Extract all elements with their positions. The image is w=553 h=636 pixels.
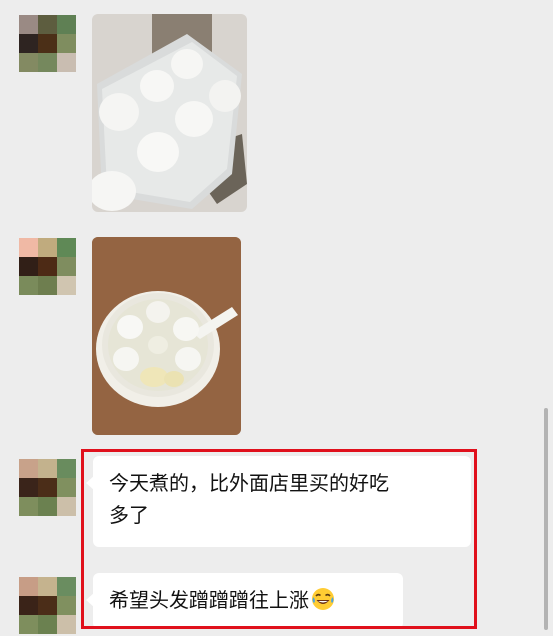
avatar-pixel — [38, 459, 57, 478]
avatar-pixel — [19, 238, 38, 257]
image-message[interactable] — [92, 237, 241, 435]
avatar-pixel — [57, 238, 76, 257]
tangyuan-tray-photo-icon — [92, 14, 247, 212]
avatar-pixel — [38, 276, 57, 295]
avatar-pixel — [19, 478, 38, 497]
avatar-pixel — [38, 497, 57, 516]
avatar-pixel — [38, 15, 57, 34]
avatar-pixel — [38, 53, 57, 72]
message-text: 希望头发蹭蹭蹭往上涨 — [109, 588, 309, 612]
avatar-pixel — [38, 596, 57, 615]
scrollbar[interactable] — [544, 408, 548, 630]
avatar-pixel — [19, 596, 38, 615]
avatar-pixel — [57, 596, 76, 615]
avatar-pixel — [19, 257, 38, 276]
avatar-pixel — [19, 276, 38, 295]
avatar-pixel — [38, 577, 57, 596]
avatar-pixel — [57, 478, 76, 497]
avatar-pixel — [57, 53, 76, 72]
avatar[interactable] — [19, 459, 76, 516]
avatar[interactable] — [19, 15, 76, 72]
text-message-bubble[interactable]: 希望头发蹭蹭蹭往上涨 — [86, 573, 403, 629]
avatar[interactable] — [19, 577, 76, 634]
avatar-pixel — [38, 478, 57, 497]
avatar-pixel — [19, 15, 38, 34]
avatar-pixel — [38, 257, 57, 276]
message-text-line: 多了 — [109, 503, 149, 527]
tangyuan-bowl-photo-icon — [92, 237, 241, 435]
avatar-pixel — [19, 459, 38, 478]
avatar-pixel — [19, 34, 38, 53]
text-message-bubble[interactable]: 今天煮的，比外面店里买的好吃 多了 — [86, 456, 471, 547]
avatar-pixel — [38, 615, 57, 634]
avatar-pixel — [19, 615, 38, 634]
avatar-pixel — [19, 53, 38, 72]
avatar-pixel — [57, 577, 76, 596]
message-text-line: 今天煮的，比外面店里买的好吃 — [109, 471, 389, 495]
avatar-pixel — [19, 497, 38, 516]
avatar-pixel — [57, 15, 76, 34]
avatar-pixel — [57, 257, 76, 276]
avatar-pixel — [57, 497, 76, 516]
avatar-pixel — [57, 276, 76, 295]
avatar-pixel — [38, 34, 57, 53]
avatar-pixel — [19, 577, 38, 596]
avatar-pixel — [38, 238, 57, 257]
image-message[interactable] — [92, 14, 247, 212]
avatar-pixel — [57, 459, 76, 478]
avatar-pixel — [57, 615, 76, 634]
face-with-tears-of-joy-icon — [312, 588, 334, 610]
avatar-pixel — [57, 34, 76, 53]
avatar[interactable] — [19, 238, 76, 295]
